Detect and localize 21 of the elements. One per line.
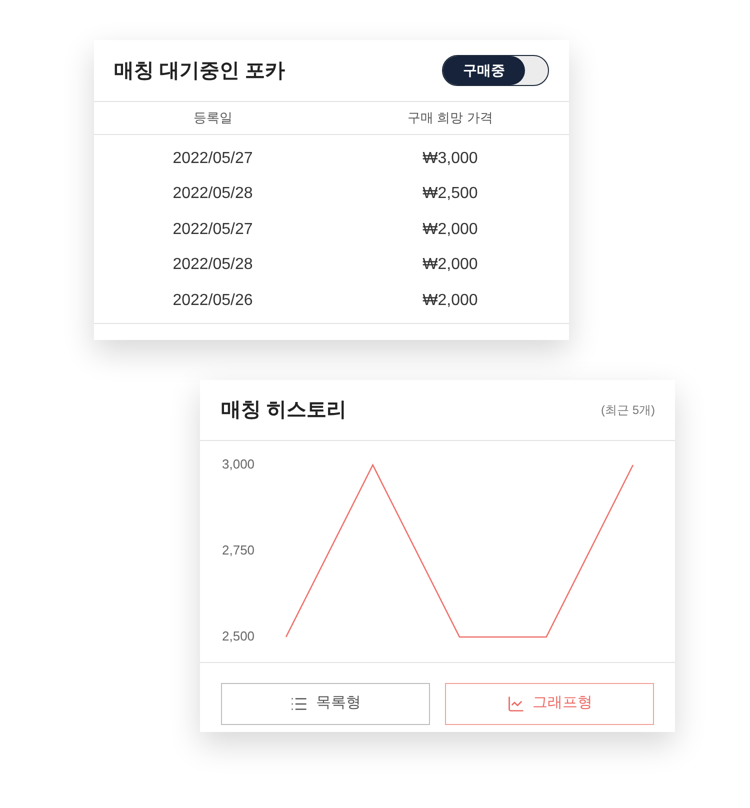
column-header: 구매 희망 가격 xyxy=(408,109,493,128)
view-mode-button[interactable]: 목록형 xyxy=(221,682,430,724)
table-cell-text: 2022/05/28 xyxy=(172,184,253,204)
card-title: 매칭 대기중인 포카 xyxy=(114,58,286,84)
recent-count-note: (최근 5개) xyxy=(601,402,655,418)
buy-toggle[interactable]: 구매중 xyxy=(442,55,549,86)
column-header: 등록일 xyxy=(193,109,232,128)
table-cell-text: ₩3,000 xyxy=(422,148,478,169)
axis-tick-label: 3,000 xyxy=(222,456,255,471)
table-cell-text: 2022/05/26 xyxy=(172,290,253,311)
table-cell-text: 2022/05/27 xyxy=(172,220,253,240)
table-cell-text: ₩2,000 xyxy=(422,220,478,240)
table-cell-text: 2022/05/27 xyxy=(172,148,253,169)
table-cell-text: ₩2,000 xyxy=(422,255,478,276)
table-cell-text: 2022/05/28 xyxy=(172,255,253,276)
axis-tick-label: 2,750 xyxy=(222,542,255,557)
card-title: 매칭 히스토리 xyxy=(221,398,347,422)
axis-tick-label: 2,500 xyxy=(222,628,255,643)
table-cell-text: ₩2,000 xyxy=(422,290,478,311)
table-cell-text: ₩2,500 xyxy=(422,184,478,204)
line-chart-icon xyxy=(506,694,524,712)
